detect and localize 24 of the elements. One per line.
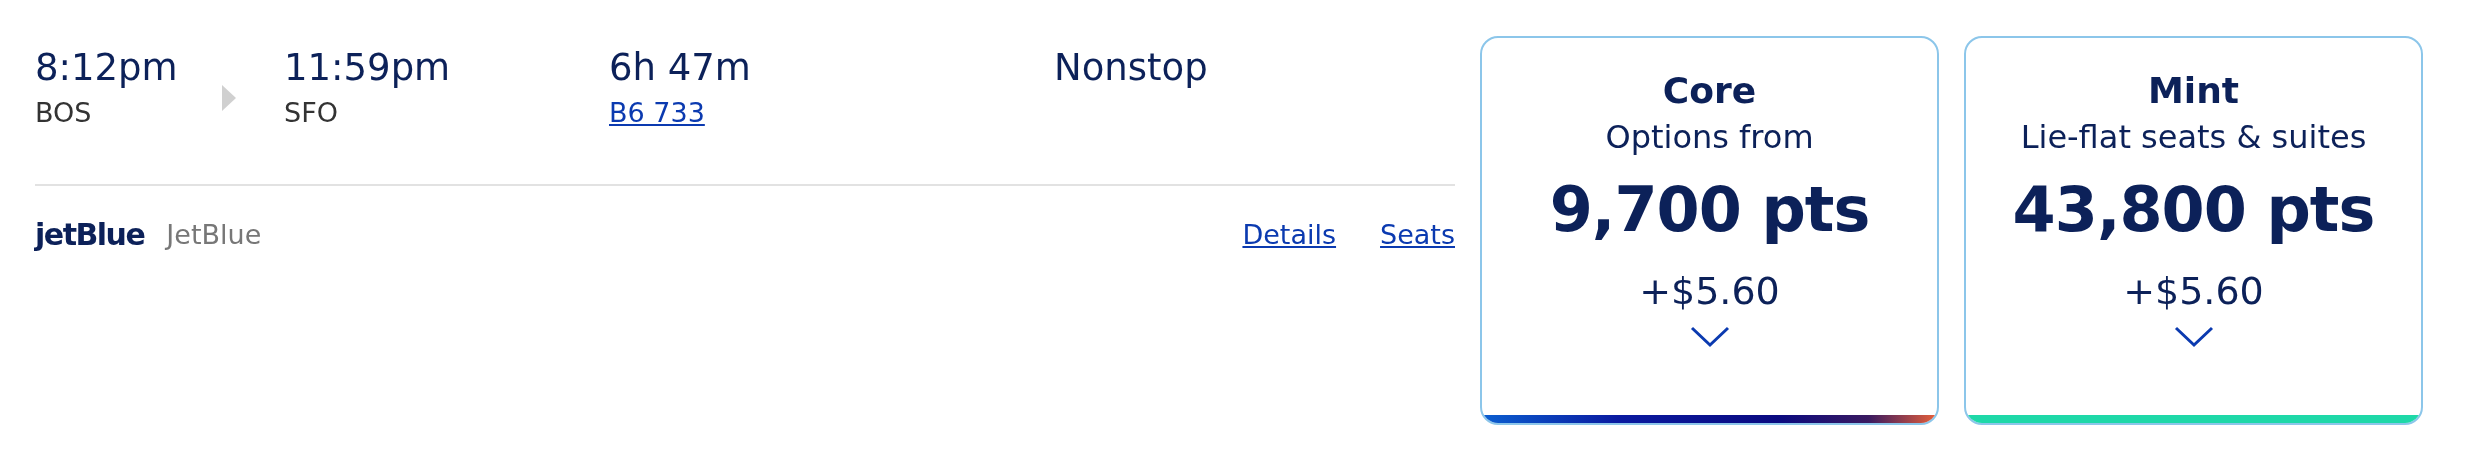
arrival-airport: SFO — [284, 96, 339, 130]
cabin-name: Core — [1662, 69, 1757, 113]
cabin-description: Lie-flat seats & suites — [2020, 117, 2367, 158]
chevron-down-icon[interactable] — [2173, 326, 2214, 348]
stops-label: Nonstop — [1054, 46, 1208, 90]
cash-price: +$5.60 — [1639, 268, 1780, 315]
flight-number-link[interactable]: B6 733 — [609, 96, 1054, 130]
cash-price: +$5.60 — [2123, 268, 2264, 315]
link[interactable]: Seats — [1380, 218, 1455, 250]
chevron-down-icon[interactable] — [1689, 326, 1730, 348]
departure-airport: BOS — [35, 96, 93, 130]
cabin-name: Mint — [2148, 69, 2239, 113]
arrow-icon — [220, 83, 238, 113]
fare-card[interactable]: Core Options from 9,700 pts +$5.60 — [1480, 36, 1939, 425]
airline-name: JetBlue — [166, 218, 262, 250]
departure-time: 8:12pm — [35, 46, 179, 90]
fare-card[interactable]: Mint Lie-flat seats & suites 43,800 pts +$5.60 — [1964, 36, 2423, 425]
cabin-description: Options from — [1605, 117, 1814, 158]
airline-logo: jetBlue — [35, 216, 145, 252]
points-price: 9,700 pts — [1549, 172, 1870, 248]
link[interactable]: Details — [1242, 218, 1337, 250]
arrival-time: 11:59pm — [284, 46, 452, 90]
flight-duration: 6h 47m — [609, 46, 752, 90]
points-price: 43,800 pts — [2012, 172, 2375, 248]
